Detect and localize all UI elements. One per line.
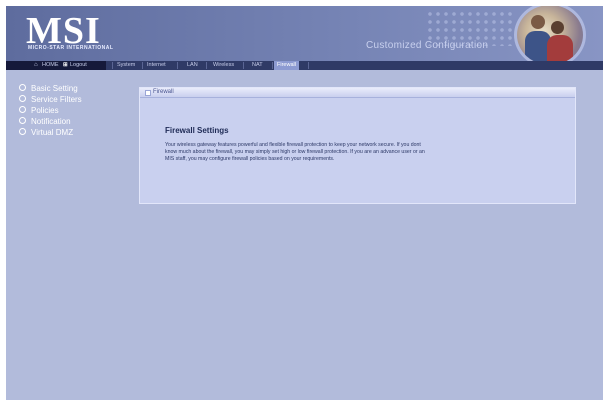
sidebar-item-label: Virtual DMZ bbox=[31, 128, 74, 137]
sidebar-item-label: Notification bbox=[31, 117, 71, 126]
panel-header-title: Firewall bbox=[153, 89, 174, 95]
top-navbar: ⌂ HOME ⊞ Logout System Internet LAN Wire… bbox=[6, 61, 603, 70]
tab-nat[interactable]: NAT bbox=[252, 61, 263, 70]
app-frame: MSI MICRO-STAR INTERNATIONAL Customized … bbox=[6, 6, 603, 400]
tab-system[interactable]: System bbox=[117, 61, 135, 70]
nav-separator bbox=[142, 62, 143, 69]
sidebar-item-label: Basic Setting bbox=[31, 84, 78, 93]
panel-header: Firewall bbox=[140, 88, 575, 98]
sidebar-item-label: Service Filters bbox=[31, 95, 82, 104]
sidebar-item-virtual-dmz[interactable]: Virtual DMZ bbox=[19, 128, 73, 138]
bullet-icon bbox=[19, 106, 26, 114]
firewall-panel: Firewall Firewall Settings Your wireless… bbox=[139, 87, 576, 204]
msi-logo: MSI bbox=[26, 10, 101, 52]
bullet-icon bbox=[19, 84, 26, 92]
nav-separator bbox=[243, 62, 244, 69]
page-title: Firewall Settings bbox=[165, 126, 229, 135]
sidebar-item-service-filters[interactable]: Service Filters bbox=[19, 95, 82, 105]
tab-firewall[interactable]: Firewall bbox=[274, 61, 299, 70]
logout-icon[interactable]: ⊞ bbox=[63, 61, 68, 70]
header-banner: MSI MICRO-STAR INTERNATIONAL Customized … bbox=[6, 6, 603, 61]
home-link[interactable]: HOME bbox=[42, 61, 59, 70]
home-icon[interactable]: ⌂ bbox=[34, 62, 38, 69]
tab-lan[interactable]: LAN bbox=[187, 61, 198, 70]
nav-separator bbox=[112, 62, 113, 69]
logout-link[interactable]: Logout bbox=[70, 61, 87, 70]
sidebar-item-notification[interactable]: Notification bbox=[19, 117, 71, 127]
nav-separator bbox=[177, 62, 178, 69]
tab-wireless[interactable]: Wireless bbox=[213, 61, 234, 70]
firewall-description: Your wireless gateway features powerful … bbox=[165, 142, 425, 163]
bullet-icon bbox=[19, 95, 26, 103]
header-photo bbox=[514, 6, 586, 61]
nav-separator bbox=[206, 62, 207, 69]
bullet-icon bbox=[19, 117, 26, 125]
bullet-icon bbox=[19, 128, 26, 136]
tab-internet[interactable]: Internet bbox=[147, 61, 166, 70]
sidebar-item-policies[interactable]: Policies bbox=[19, 106, 59, 116]
header-subtitle: Customized Configuration bbox=[366, 40, 489, 51]
logo-subtext: MICRO-STAR INTERNATIONAL bbox=[28, 45, 114, 51]
panel-box-icon bbox=[145, 90, 151, 96]
sidebar-item-basic-setting[interactable]: Basic Setting bbox=[19, 84, 78, 94]
nav-separator bbox=[308, 62, 309, 69]
sidebar-item-label: Policies bbox=[31, 106, 59, 115]
nav-separator bbox=[272, 62, 273, 69]
